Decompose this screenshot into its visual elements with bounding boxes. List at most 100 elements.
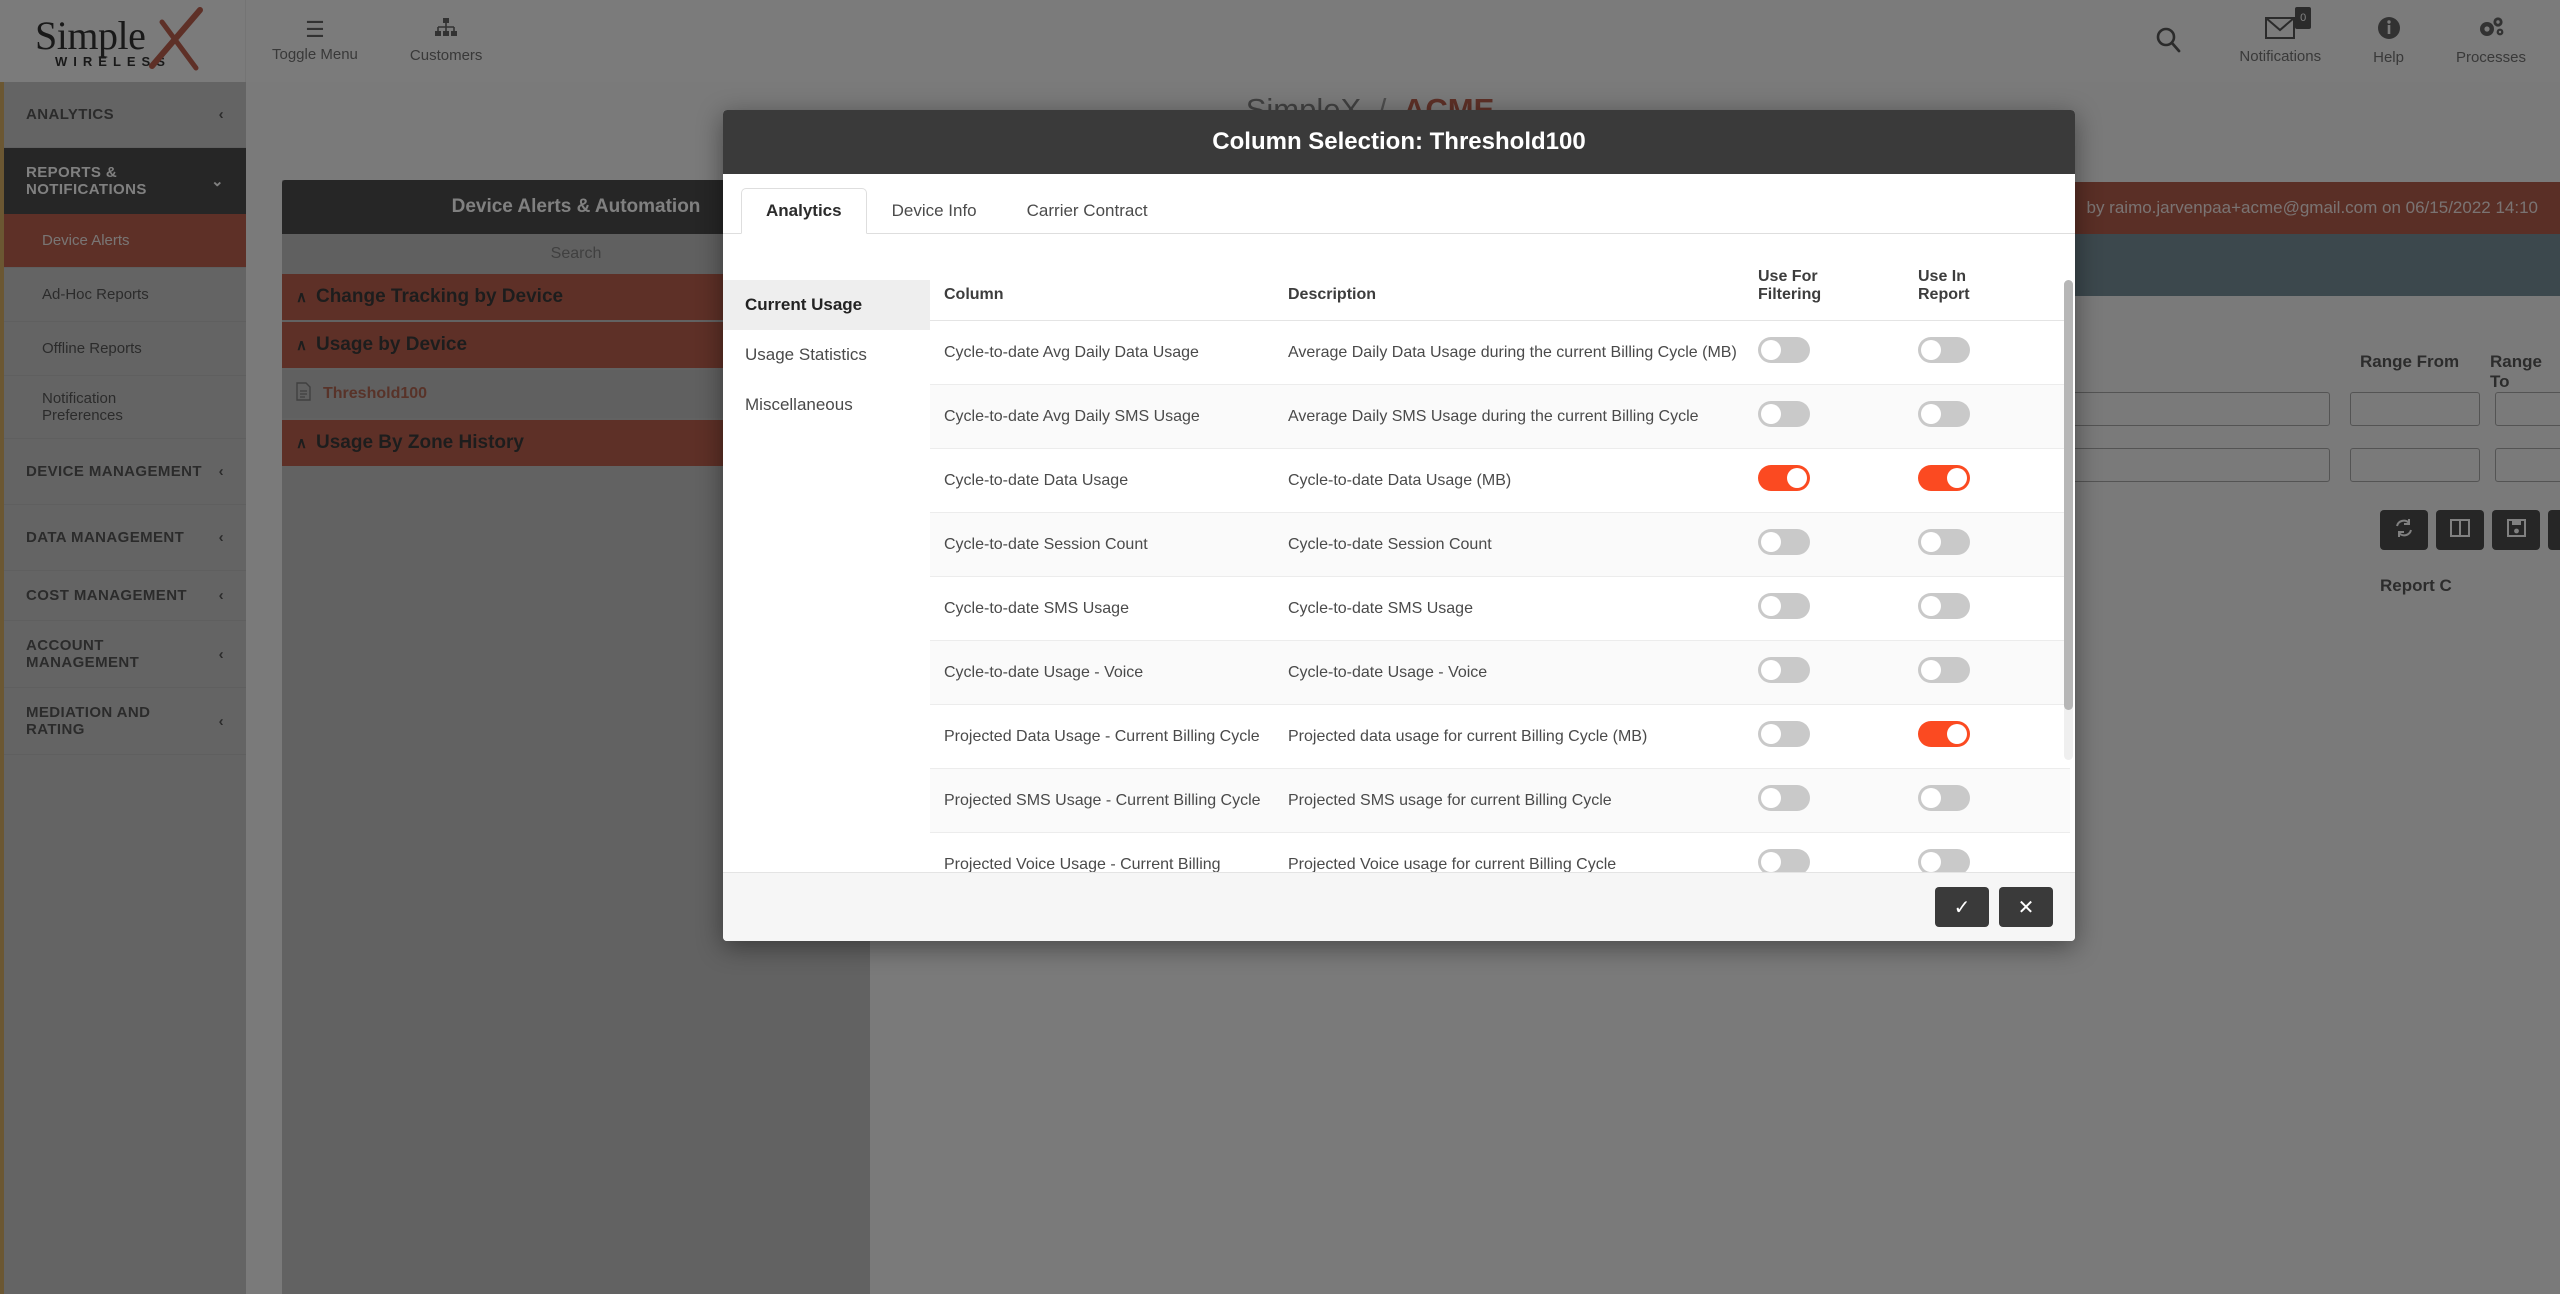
cell-use-in-report (1910, 641, 2070, 705)
header-column: Column (930, 234, 1280, 321)
column-selection-modal: Column Selection: Threshold100 Analytics… (723, 110, 2075, 941)
cell-use-for-filtering (1750, 577, 1910, 641)
nav-item-usage-statistics[interactable]: Usage Statistics (723, 330, 930, 380)
modal-body: Current Usage Usage Statistics Miscellan… (723, 234, 2075, 872)
toggle-knob (1921, 340, 1941, 360)
nav-item-label: Miscellaneous (745, 395, 853, 414)
nav-item-current-usage[interactable]: Current Usage (723, 280, 930, 330)
toggle-knob (1761, 788, 1781, 808)
cell-use-for-filtering (1750, 769, 1910, 833)
table-row: Projected Data Usage - Current Billing C… (930, 705, 2070, 769)
table-row: Cycle-to-date Usage - VoiceCycle-to-date… (930, 641, 2070, 705)
use-for-filtering-toggle[interactable] (1758, 593, 1810, 619)
toggle-knob (1787, 468, 1807, 488)
columns-table-body: Cycle-to-date Avg Daily Data UsageAverag… (930, 321, 2070, 873)
use-for-filtering-toggle[interactable] (1758, 529, 1810, 555)
toggle-knob (1761, 852, 1781, 872)
table-row: Cycle-to-date Avg Daily SMS UsageAverage… (930, 385, 2070, 449)
cell-use-in-report (1910, 321, 2070, 385)
scrollbar-thumb[interactable] (2064, 280, 2073, 710)
cell-column-name: Projected SMS Usage - Current Billing Cy… (930, 769, 1280, 833)
cancel-button[interactable]: ✕ (1999, 887, 2053, 927)
cell-use-for-filtering (1750, 449, 1910, 513)
use-in-report-toggle[interactable] (1918, 465, 1970, 491)
header-description: Description (1280, 234, 1750, 321)
table-row: Cycle-to-date Avg Daily Data UsageAverag… (930, 321, 2070, 385)
table-row: Projected SMS Usage - Current Billing Cy… (930, 769, 2070, 833)
use-in-report-toggle[interactable] (1918, 785, 1970, 811)
modal-footer: ✓ ✕ (723, 872, 2075, 941)
modal-category-nav: Current Usage Usage Statistics Miscellan… (723, 234, 930, 872)
tab-analytics[interactable]: Analytics (741, 188, 867, 234)
tab-label: Analytics (766, 201, 842, 220)
use-for-filtering-toggle[interactable] (1758, 401, 1810, 427)
cell-column-name: Cycle-to-date Session Count (930, 513, 1280, 577)
toggle-knob (1921, 404, 1941, 424)
cell-description: Projected data usage for current Billing… (1280, 705, 1750, 769)
cell-use-in-report (1910, 513, 2070, 577)
use-in-report-toggle[interactable] (1918, 337, 1970, 363)
header-use-for-filtering: Use For Filtering (1750, 234, 1910, 321)
cell-use-for-filtering (1750, 833, 1910, 873)
nav-item-label: Current Usage (745, 295, 862, 314)
use-for-filtering-toggle[interactable] (1758, 849, 1810, 872)
toggle-knob (1761, 532, 1781, 552)
cell-use-for-filtering (1750, 641, 1910, 705)
use-in-report-toggle[interactable] (1918, 721, 1970, 747)
tab-label: Carrier Contract (1027, 201, 1148, 220)
use-for-filtering-toggle[interactable] (1758, 337, 1810, 363)
use-for-filtering-toggle[interactable] (1758, 465, 1810, 491)
use-for-filtering-toggle[interactable] (1758, 785, 1810, 811)
cell-use-in-report (1910, 449, 2070, 513)
cell-use-in-report (1910, 705, 2070, 769)
cell-column-name: Cycle-to-date Avg Daily Data Usage (930, 321, 1280, 385)
confirm-button[interactable]: ✓ (1935, 887, 1989, 927)
modal-title: Column Selection: Threshold100 (723, 110, 2075, 174)
use-for-filtering-toggle[interactable] (1758, 721, 1810, 747)
tab-label: Device Info (892, 201, 977, 220)
modal-scrollbar[interactable] (2064, 280, 2073, 760)
cell-description: Cycle-to-date Data Usage (MB) (1280, 449, 1750, 513)
header-use-in-report-label: Use In Report (1918, 268, 1978, 304)
header-use-for-filtering-label: Use For Filtering (1758, 268, 1828, 304)
columns-table: Column Description Use For Filtering Use… (930, 234, 2070, 872)
cell-column-name: Cycle-to-date Usage - Voice (930, 641, 1280, 705)
cell-use-for-filtering (1750, 513, 1910, 577)
table-row: Cycle-to-date Data UsageCycle-to-date Da… (930, 449, 2070, 513)
cell-column-name: Projected Data Usage - Current Billing C… (930, 705, 1280, 769)
toggle-knob (1761, 596, 1781, 616)
cell-use-for-filtering (1750, 321, 1910, 385)
use-in-report-toggle[interactable] (1918, 849, 1970, 872)
cell-column-name: Cycle-to-date Avg Daily SMS Usage (930, 385, 1280, 449)
use-in-report-toggle[interactable] (1918, 529, 1970, 555)
table-row: Projected Voice Usage - Current BillingP… (930, 833, 2070, 873)
cell-description: Cycle-to-date Usage - Voice (1280, 641, 1750, 705)
cell-use-in-report (1910, 769, 2070, 833)
use-in-report-toggle[interactable] (1918, 593, 1970, 619)
use-for-filtering-toggle[interactable] (1758, 657, 1810, 683)
cell-description: Projected SMS usage for current Billing … (1280, 769, 1750, 833)
header-use-in-report: Use In Report (1910, 234, 2070, 321)
toggle-knob (1921, 660, 1941, 680)
toggle-knob (1761, 660, 1781, 680)
tab-carrier-contract[interactable]: Carrier Contract (1002, 188, 1173, 234)
tab-device-info[interactable]: Device Info (867, 188, 1002, 234)
cell-use-for-filtering (1750, 385, 1910, 449)
cell-description: Average Daily Data Usage during the curr… (1280, 321, 1750, 385)
use-in-report-toggle[interactable] (1918, 657, 1970, 683)
cell-use-in-report (1910, 833, 2070, 873)
toggle-knob (1921, 596, 1941, 616)
cell-use-in-report (1910, 385, 2070, 449)
cell-description: Projected Voice usage for current Billin… (1280, 833, 1750, 873)
toggle-knob (1921, 532, 1941, 552)
toggle-knob (1761, 340, 1781, 360)
cell-description: Average Daily SMS Usage during the curre… (1280, 385, 1750, 449)
cell-column-name: Projected Voice Usage - Current Billing (930, 833, 1280, 873)
table-header-row: Column Description Use For Filtering Use… (930, 234, 2070, 321)
use-in-report-toggle[interactable] (1918, 401, 1970, 427)
nav-item-label: Usage Statistics (745, 345, 867, 364)
toggle-knob (1921, 852, 1941, 872)
toggle-knob (1947, 724, 1967, 744)
nav-item-miscellaneous[interactable]: Miscellaneous (723, 380, 930, 430)
toggle-knob (1761, 724, 1781, 744)
